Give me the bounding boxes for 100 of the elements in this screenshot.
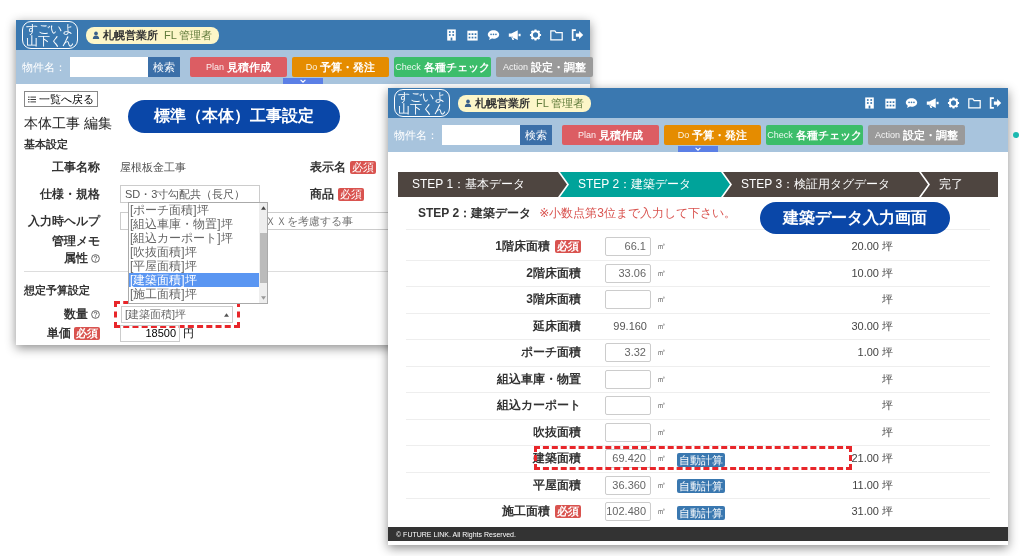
calendar-icon[interactable]	[466, 29, 479, 41]
auto-calc-badge: 自動計算	[677, 505, 725, 520]
field-label: 組込車庫・物置	[497, 370, 581, 388]
dropdown-option[interactable]: [組込カーポート]坪	[129, 231, 259, 245]
dropdown-option[interactable]: [施工面積]坪	[129, 287, 259, 301]
megaphone-icon[interactable]	[926, 97, 939, 109]
tsubo-value: 坪	[881, 292, 893, 308]
caret-up-icon	[224, 312, 229, 317]
chat-icon[interactable]	[487, 29, 500, 41]
field-label: 属性	[64, 250, 88, 267]
area-field[interactable]: 33.06	[605, 263, 651, 283]
tsubo-value: 21.00 坪	[850, 451, 893, 467]
user-badge: 札幌営業所 FL 管理者	[86, 26, 219, 44]
tsubo-value: 坪	[881, 424, 893, 440]
page-title: 本体工事 編集	[24, 115, 112, 133]
area-value: 99.160	[612, 320, 648, 333]
search-button[interactable]: 検索	[520, 125, 552, 145]
step-tab[interactable]: 完了	[921, 172, 998, 197]
section-title: 基本設定	[24, 137, 68, 152]
list-icon	[28, 95, 36, 103]
unit-label: ㎡	[657, 293, 667, 307]
unit-label: ㎡	[657, 319, 667, 333]
tsubo-value: 20.00 坪	[850, 239, 893, 255]
dropdown-option[interactable]: [組込車庫・物置]坪	[129, 217, 259, 231]
logo[interactable]: すごいよ 山下くん	[22, 21, 78, 49]
tsubo-value: 坪	[881, 371, 893, 387]
folder-icon[interactable]	[550, 29, 563, 41]
spec-field[interactable]: SD・3寸勾配共（長尺）	[120, 185, 260, 203]
area-field[interactable]	[605, 290, 651, 310]
auto-calc-badge: 自動計算	[677, 479, 725, 494]
caret-down-icon	[260, 296, 266, 300]
calendar-icon[interactable]	[884, 97, 897, 109]
area-field[interactable]: 69.420	[605, 449, 651, 469]
field-label: 数量	[64, 306, 88, 323]
help-icon[interactable]	[91, 254, 100, 263]
area-field[interactable]: 3.32	[605, 343, 651, 363]
area-field[interactable]: 102.480	[605, 502, 651, 522]
field-label: 入力時ヘルプ	[27, 212, 100, 230]
search-label: 物件名：	[22, 59, 66, 75]
search-button[interactable]: 検索	[148, 57, 180, 77]
unit-label: ㎡	[657, 425, 667, 439]
required-badge: 必須	[555, 505, 581, 519]
required-badge: 必須	[338, 187, 364, 201]
area-field[interactable]: 36.360	[605, 475, 651, 495]
search-label: 物件名：	[394, 127, 438, 143]
tsubo-value: 31.00 坪	[850, 504, 893, 520]
help-icon[interactable]	[91, 310, 100, 319]
field-label: 延床面積	[533, 317, 581, 335]
section-title: 想定予算設定	[24, 283, 90, 298]
field-label: 施工面積	[502, 503, 550, 521]
folder-icon[interactable]	[968, 97, 981, 109]
price-field[interactable]: 18500	[120, 324, 180, 342]
required-badge: 必須	[350, 160, 376, 174]
field-label: 商品	[310, 185, 334, 203]
step-tab[interactable]: STEP 3：検証用タグデータ	[723, 172, 928, 197]
sign-out-icon[interactable]	[989, 97, 1002, 109]
sign-out-icon[interactable]	[571, 29, 584, 41]
nav-button[interactable]: Plan 見積作成	[562, 125, 659, 145]
chevron-down-icon	[694, 146, 702, 152]
unit-label: 円	[183, 325, 194, 341]
settings-icon[interactable]	[947, 97, 960, 109]
nav-button[interactable]: Plan 見積作成	[190, 57, 287, 77]
tsubo-value: 坪	[881, 398, 893, 414]
field-label: 平屋面積	[533, 476, 581, 494]
field-label: 仕様・規格	[38, 185, 100, 203]
field-label: 組込カーポート	[497, 397, 581, 415]
callout-label: 標準（本体）工事設定	[128, 100, 340, 133]
settings-icon[interactable]	[529, 29, 542, 41]
unit-label: ㎡	[657, 452, 667, 466]
tsubo-value: 11.00 坪	[851, 477, 893, 493]
user-badge: 札幌営業所 FL 管理者	[458, 94, 591, 112]
required-badge: 必須	[74, 326, 100, 340]
area-field[interactable]	[605, 422, 651, 442]
search-field[interactable]	[442, 125, 520, 145]
area-field[interactable]: 66.1	[605, 237, 651, 257]
building-icon[interactable]	[863, 97, 876, 109]
area-field[interactable]	[605, 369, 651, 389]
field-label: 2階床面積	[526, 264, 581, 282]
dropdown-option[interactable]: [吹抜面積]坪	[129, 245, 259, 259]
field-label: 3階床面積	[526, 291, 581, 309]
area-field[interactable]	[605, 396, 651, 416]
building-icon[interactable]	[445, 29, 458, 41]
quantity-select[interactable]: [建築面積]坪	[121, 306, 233, 323]
search-field[interactable]	[70, 57, 148, 77]
back-button[interactable]: 一覧へ戻る	[24, 91, 98, 107]
callout-label: 建築データ入力画面	[760, 202, 950, 234]
megaphone-icon[interactable]	[508, 29, 521, 41]
field-label: 単価	[47, 324, 71, 342]
required-badge: 必須	[555, 240, 581, 254]
dropdown-option[interactable]: [平屋面積]坪	[129, 259, 259, 273]
step-tab[interactable]: STEP 1：基本データ	[398, 172, 567, 197]
section-title: STEP 2：建築データ	[418, 204, 532, 222]
note-text: ※小数点第3位まで入力して下さい。	[539, 204, 736, 222]
logo[interactable]: すごいよ 山下くん	[394, 89, 450, 117]
tsubo-value: 1.00 坪	[856, 345, 893, 361]
scrollbar[interactable]	[259, 203, 267, 303]
chat-icon[interactable]	[905, 97, 918, 109]
unit-label: ㎡	[657, 346, 667, 360]
unit-label: ㎡	[657, 505, 667, 519]
field-label: 表示名	[310, 158, 346, 176]
